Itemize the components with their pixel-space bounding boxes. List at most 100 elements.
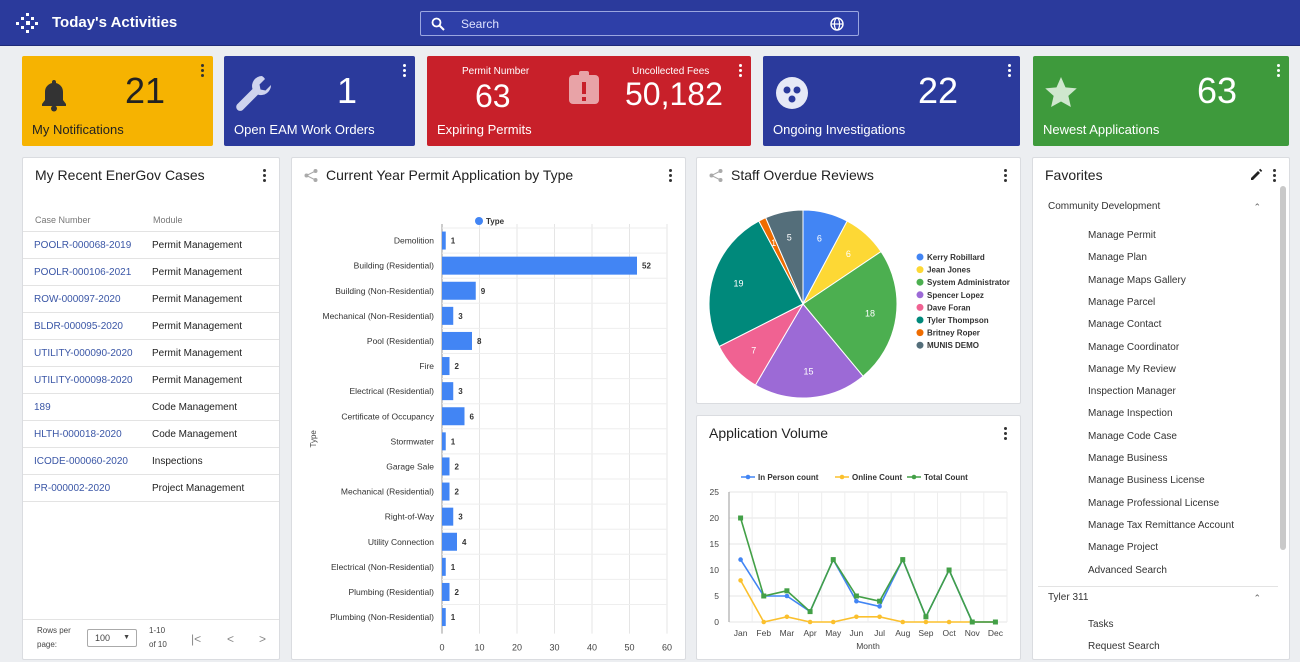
share-icon[interactable] (304, 169, 318, 182)
case-number-link[interactable]: BLDR-000095-2020 (34, 321, 123, 332)
favorite-link[interactable]: Manage Plan (1088, 252, 1147, 263)
rows-per-page-select[interactable]: 100 ▼ (87, 629, 137, 647)
bar[interactable] (442, 407, 465, 426)
data-point[interactable] (877, 598, 883, 604)
kebab-icon[interactable] (201, 64, 205, 79)
data-point[interactable] (854, 614, 859, 620)
favorite-link[interactable]: Manage Professional License (1088, 498, 1219, 509)
data-point[interactable] (877, 604, 882, 609)
data-point[interactable] (807, 609, 813, 615)
data-point[interactable] (854, 598, 859, 604)
table-row[interactable]: UTILITY-000090-2020 Permit Management (23, 339, 279, 366)
data-point[interactable] (784, 614, 790, 620)
data-point[interactable] (900, 557, 906, 563)
favorite-link[interactable]: Manage Parcel (1088, 297, 1155, 308)
table-row[interactable]: HLTH-000018-2020 Code Management (23, 420, 279, 447)
data-point[interactable] (923, 614, 929, 620)
case-number-link[interactable]: ICODE-000060-2020 (34, 456, 128, 467)
case-number-link[interactable]: HLTH-000018-2020 (34, 429, 122, 440)
favorites-group-community-development[interactable]: Community Development (1048, 201, 1160, 212)
kebab-icon[interactable] (1004, 427, 1008, 442)
tile-applications[interactable]: 63 Newest Applications (1033, 56, 1289, 146)
data-point[interactable] (784, 593, 790, 599)
data-point[interactable] (830, 557, 836, 563)
kebab-icon[interactable] (1273, 169, 1277, 184)
bar[interactable] (442, 507, 454, 526)
tile-permits[interactable]: Permit Number 63 Uncollected Fees 50,182… (427, 56, 751, 146)
tile-notifications[interactable]: 21 My Notifications (22, 56, 213, 146)
data-point[interactable] (900, 619, 906, 625)
case-number-link[interactable]: POOLR-000106-2021 (34, 267, 131, 278)
favorites-group-tyler-311[interactable]: Tyler 311 (1048, 592, 1088, 603)
data-point[interactable] (761, 593, 767, 599)
chevron-up-icon[interactable]: ⌃ (1253, 593, 1261, 604)
favorite-link[interactable]: Manage Permit (1088, 230, 1156, 241)
kebab-icon[interactable] (1277, 64, 1281, 79)
data-point[interactable] (946, 567, 952, 573)
kebab-icon[interactable] (739, 64, 743, 79)
bar[interactable] (442, 457, 450, 476)
favorite-link[interactable]: Advanced Search (1088, 565, 1167, 576)
prev-page-icon[interactable]: < (227, 632, 234, 646)
data-point[interactable] (853, 593, 859, 599)
kebab-icon[interactable] (1008, 64, 1012, 79)
next-page-icon[interactable]: > (259, 632, 266, 646)
bar[interactable] (442, 256, 637, 275)
favorite-link[interactable]: Manage Business License (1088, 475, 1205, 486)
bar[interactable] (442, 532, 457, 551)
table-row[interactable]: ROW-000097-2020 Permit Management (23, 285, 279, 312)
table-row[interactable]: POOLR-000106-2021 Permit Management (23, 258, 279, 285)
logo-icon[interactable] (14, 10, 40, 36)
bar[interactable] (442, 281, 476, 300)
favorite-link[interactable]: Manage Code Case (1088, 431, 1177, 442)
data-point[interactable] (830, 619, 836, 625)
data-point[interactable] (969, 619, 975, 625)
bar[interactable] (442, 582, 450, 601)
bar[interactable] (442, 382, 454, 401)
tile-investigations[interactable]: 22 Ongoing Investigations (763, 56, 1020, 146)
case-number-link[interactable]: ROW-000097-2020 (34, 294, 121, 305)
table-row[interactable]: 189 Code Management (23, 393, 279, 420)
favorite-link[interactable]: Manage Contact (1088, 319, 1161, 330)
favorite-link[interactable]: Manage Coordinator (1088, 342, 1179, 353)
table-row[interactable]: UTILITY-000098-2020 Permit Management (23, 366, 279, 393)
favorite-link[interactable]: Tasks (1088, 619, 1114, 630)
share-icon[interactable] (709, 169, 723, 182)
search-input[interactable]: Search (420, 11, 859, 36)
data-point[interactable] (761, 619, 767, 625)
data-point[interactable] (784, 588, 790, 594)
chevron-up-icon[interactable]: ⌃ (1253, 202, 1261, 213)
globe-icon[interactable] (830, 17, 844, 31)
bar[interactable] (442, 557, 446, 576)
favorite-link[interactable]: Manage My Review (1088, 364, 1176, 375)
data-point[interactable] (738, 515, 744, 521)
favorite-link[interactable]: Manage Business (1088, 453, 1168, 464)
data-point[interactable] (807, 619, 813, 625)
data-point[interactable] (738, 578, 743, 583)
kebab-icon[interactable] (263, 169, 267, 184)
table-row[interactable]: BLDR-000095-2020 Permit Management (23, 312, 279, 339)
kebab-icon[interactable] (669, 169, 673, 184)
favorite-link[interactable]: Manage Maps Gallery (1088, 275, 1186, 286)
bar[interactable] (442, 231, 446, 250)
case-number-link[interactable]: UTILITY-000090-2020 (34, 348, 133, 359)
kebab-icon[interactable] (403, 64, 407, 79)
bar[interactable] (442, 432, 446, 451)
favorite-link[interactable]: Manage Tax Remittance Account (1088, 520, 1234, 531)
tile-eam[interactable]: 1 Open EAM Work Orders (224, 56, 415, 146)
table-row[interactable]: POOLR-000068-2019 Permit Management (23, 231, 279, 258)
data-point[interactable] (877, 614, 882, 620)
data-point[interactable] (946, 619, 952, 625)
data-point[interactable] (738, 557, 743, 562)
case-number-link[interactable]: UTILITY-000098-2020 (34, 375, 133, 386)
bar[interactable] (442, 357, 450, 376)
first-page-icon[interactable]: |< (191, 632, 201, 646)
bar[interactable] (442, 482, 450, 501)
bar[interactable] (442, 331, 472, 350)
data-point[interactable] (992, 619, 998, 625)
table-row[interactable]: ICODE-000060-2020 Inspections (23, 447, 279, 474)
favorite-link[interactable]: Manage Inspection (1088, 408, 1173, 419)
favorite-link[interactable]: Inspection Manager (1088, 386, 1176, 397)
scrollbar[interactable] (1280, 186, 1286, 550)
bar[interactable] (442, 306, 454, 325)
